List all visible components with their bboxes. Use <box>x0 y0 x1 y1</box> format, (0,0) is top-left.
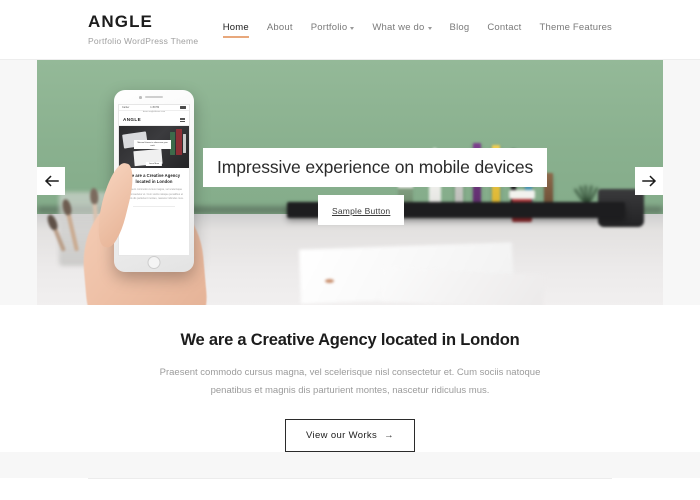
phone-home-button <box>147 256 161 269</box>
section-divider <box>88 478 612 480</box>
nav-label: Home <box>222 21 249 33</box>
main-navigation: Home About Portfolio What we do Blog Con… <box>222 21 613 38</box>
slide-caption: Impressive experience on mobile devices <box>203 148 548 187</box>
site-header: ANGLE Portfolio WordPress Theme Home Abo… <box>0 0 700 60</box>
phone-divider <box>133 206 175 207</box>
services-section: Our Services <box>0 478 700 500</box>
phone-heading: We are a Creative Agency located in Lond… <box>127 173 181 184</box>
phone-hero-book <box>182 134 187 153</box>
phone-hero-book <box>170 131 175 155</box>
phone-site-header: ANGLE <box>119 114 189 126</box>
view-our-works-label: View our Works <box>306 430 378 442</box>
nav-item-theme-features[interactable]: Theme Features <box>540 22 613 38</box>
nav-item-home[interactable]: Home <box>222 21 250 38</box>
brand-logo[interactable]: ANGLE Portfolio WordPress Theme <box>88 12 199 46</box>
sample-button-label: Sample Button <box>332 206 391 216</box>
slide-title: Impressive experience on mobile devices <box>217 157 534 177</box>
phone-hero: Minimal theme to showcase your work Lear… <box>119 126 189 168</box>
intro-paragraph: Praesent commodo cursus magna, vel scele… <box>159 367 541 396</box>
slider-prev-button[interactable] <box>37 167 65 195</box>
brand-title: ANGLE <box>88 12 153 32</box>
phone-hero-book <box>176 129 182 156</box>
nav-label: Portfolio <box>310 21 348 33</box>
chevron-down-icon <box>427 26 432 30</box>
phone-speaker <box>145 96 163 98</box>
nav-label: About <box>266 21 293 33</box>
phone-hero-caption: Minimal theme to showcase your work <box>134 140 171 150</box>
arrow-left-icon <box>44 175 59 187</box>
status-carrier: Carrier <box>122 106 130 109</box>
phone-mockup: Carrier 1:45 PM demo.angletheme.com ANGL… <box>77 90 211 305</box>
intro-heading: We are a Creative Agency located in Lond… <box>180 331 520 349</box>
chevron-down-icon <box>350 26 355 30</box>
nav-item-portfolio[interactable]: Portfolio <box>311 22 355 38</box>
nav-label: Blog <box>449 21 470 33</box>
paper-doodle <box>324 278 334 283</box>
intro-section: We are a Creative Agency located in Lond… <box>0 305 700 453</box>
arrow-right-icon <box>641 175 656 187</box>
phone-camera <box>139 96 142 99</box>
phone-logo: ANGLE <box>123 117 142 122</box>
nav-item-blog[interactable]: Blog <box>450 22 470 38</box>
battery-icon <box>180 106 186 109</box>
nav-item-contact[interactable]: Contact <box>487 22 521 38</box>
nav-label: Theme Features <box>539 21 612 33</box>
nav-item-what-we-do[interactable]: What we do <box>372 21 432 38</box>
sample-button[interactable]: Sample Button <box>318 195 405 225</box>
view-our-works-button[interactable]: View our Works → <box>285 419 415 453</box>
phone-paragraph: Praesent commodo cursus magna, vel scele… <box>124 188 184 200</box>
nav-item-about[interactable]: About <box>267 22 293 38</box>
arrow-right-icon: → <box>384 430 394 442</box>
hamburger-icon[interactable] <box>180 117 185 122</box>
slider-next-button[interactable] <box>635 167 663 195</box>
hero-slider: Carrier 1:45 PM demo.angletheme.com ANGL… <box>37 60 663 305</box>
nav-label: What we do <box>372 21 425 33</box>
nav-label: Contact <box>487 21 522 33</box>
brand-tagline: Portfolio WordPress Theme <box>88 35 199 46</box>
status-time: 1:45 PM <box>150 106 160 109</box>
phone-hero-button[interactable]: Learn More <box>145 161 163 166</box>
